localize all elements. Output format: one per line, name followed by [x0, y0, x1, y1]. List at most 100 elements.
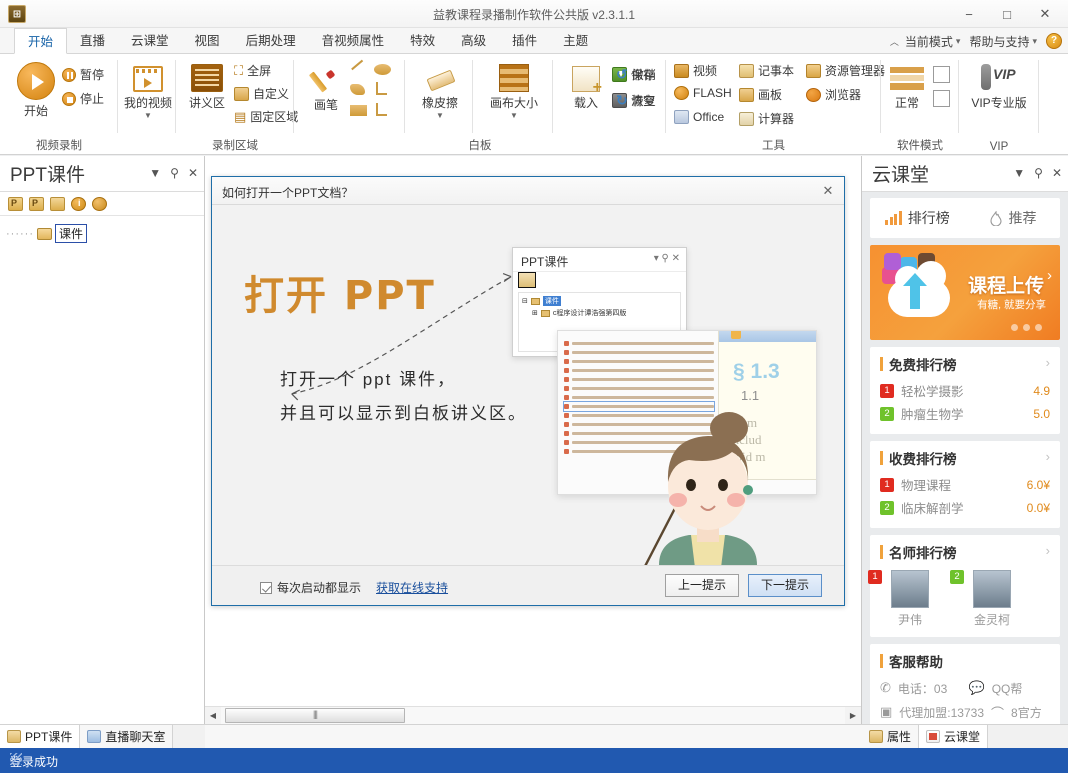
chevron-right-icon[interactable]: › — [1046, 543, 1050, 558]
help-support-menu[interactable]: 帮助与支持 ▾ — [966, 33, 1040, 50]
scroll-track[interactable] — [221, 707, 845, 724]
panel-close-icon[interactable]: ✕ — [188, 166, 198, 180]
tab-ranking[interactable]: 排行榜 — [870, 198, 965, 238]
tool-video-button[interactable]: 视频 — [674, 62, 717, 79]
scroll-right-arrow-icon[interactable]: ▶ — [845, 707, 861, 724]
tab-gaoji[interactable]: 高级 — [448, 28, 499, 54]
tab-zhuti[interactable]: 主题 — [550, 28, 601, 54]
course-upload-banner[interactable]: › 课程上传 有糖, 就要分享 — [870, 245, 1060, 340]
tool-browser-button[interactable]: 浏览器 — [806, 86, 861, 103]
custom-area-button[interactable]: 自定义 — [234, 85, 289, 102]
checkbox-icon[interactable] — [260, 581, 272, 594]
remove-ppt-icon[interactable] — [29, 196, 44, 211]
tab-kaishi[interactable]: 开始 — [14, 28, 68, 54]
online-support-link[interactable]: 获取在线支持 — [376, 579, 448, 596]
tool-explorer-button[interactable]: 资源管理器 — [806, 62, 885, 79]
start-record-button[interactable]: 开始 — [8, 62, 64, 119]
fixed-area-button[interactable]: ▤ 固定区域 — [234, 108, 298, 125]
panel-pin-icon[interactable]: ⚲ — [170, 166, 179, 180]
expand-mode-icon[interactable] — [933, 66, 950, 83]
shape-palette[interactable] — [348, 59, 402, 124]
maximize-button[interactable]: □ — [988, 1, 1026, 27]
angle-shape-icon[interactable] — [376, 82, 387, 95]
pause-button[interactable]: 暂停 — [62, 66, 104, 83]
bottom-tab-cloud[interactable]: 云课堂 — [919, 725, 989, 748]
chevron-down-icon[interactable]: ▼ — [480, 111, 548, 120]
stop-button[interactable]: 停止 — [62, 90, 104, 107]
eraser-button[interactable]: 橡皮擦 ▼ — [412, 66, 468, 120]
tab-houqichuli[interactable]: 后期处理 — [233, 28, 309, 54]
disable-icon[interactable] — [92, 196, 107, 211]
dot[interactable] — [1035, 324, 1042, 331]
tab-shitu[interactable]: 视图 — [182, 28, 233, 54]
tree-row-root[interactable]: ······ 课件 — [6, 224, 198, 243]
panel-pin-icon[interactable]: ⚲ — [1034, 166, 1043, 180]
panel-close-icon[interactable]: ✕ — [1052, 166, 1062, 180]
info-icon[interactable] — [71, 196, 86, 211]
normal-mode-button[interactable]: 正常 — [885, 66, 929, 111]
tab-yunketang[interactable]: 云课堂 — [118, 28, 182, 54]
show-on-startup-checkbox[interactable]: 每次启动都显示 获取在线支持 — [260, 579, 448, 596]
list-item[interactable]: 2 临床解剖学 0.0¥ — [880, 496, 1050, 519]
dot[interactable] — [1023, 324, 1030, 331]
tab-recommend[interactable]: 推荐 — [965, 198, 1060, 238]
horizontal-scrollbar[interactable]: ◀ ▶ — [205, 706, 861, 724]
bottom-tab-chatroom[interactable]: 直播聊天室 — [80, 725, 174, 748]
resize-grip-icon[interactable] — [10, 753, 22, 765]
tool-flash-button[interactable]: FLASH — [674, 86, 732, 100]
load-button[interactable]: 载入 — [560, 66, 612, 111]
rect-shape-icon[interactable] — [350, 105, 367, 116]
tool-calculator-button[interactable]: 计算器 — [739, 110, 794, 127]
chevron-down-icon[interactable]: ▼ — [123, 111, 173, 120]
list-item[interactable]: 1 物理课程 6.0¥ — [880, 473, 1050, 496]
tool-notepad-button[interactable]: 记事本 — [739, 62, 794, 79]
dot[interactable] — [1011, 324, 1018, 331]
chevron-right-icon[interactable]: › — [1046, 355, 1050, 370]
scroll-left-arrow-icon[interactable]: ◀ — [205, 707, 221, 724]
tool-office-button[interactable]: Office — [674, 110, 724, 124]
agent-item[interactable]: ▣ 代理加盟:13733 ⌒ 8官方 — [880, 703, 1050, 722]
tab-zhibo[interactable]: 直播 — [67, 28, 118, 54]
polygon-shape-icon[interactable] — [350, 84, 365, 95]
my-video-button[interactable]: 我的视频 ▼ — [123, 66, 173, 120]
minimize-button[interactable]: − — [950, 1, 988, 27]
chevron-down-icon[interactable]: ▼ — [412, 111, 468, 120]
scroll-thumb[interactable] — [225, 708, 405, 723]
angle2-shape-icon[interactable] — [376, 103, 387, 116]
list-item[interactable]: 1 轻松学摄影 4.9 — [880, 379, 1050, 402]
lecture-area-button[interactable]: 讲义区 — [180, 64, 234, 111]
current-mode-menu[interactable]: 当前模式 ▾ — [902, 33, 964, 50]
add-folder-icon[interactable] — [50, 196, 65, 211]
panel-menu-icon[interactable]: ▼ — [149, 166, 161, 180]
redo-button[interactable]: ↻ 恢复 — [616, 92, 656, 109]
close-button[interactable]: ✕ — [1026, 1, 1064, 27]
tree-node-label[interactable]: 课件 — [54, 224, 87, 243]
prev-tip-button[interactable]: 上一提示 — [664, 574, 739, 597]
tool-board-button[interactable]: 画板 — [739, 86, 782, 103]
undo-button[interactable]: ↺ 撤销 — [616, 66, 656, 83]
next-tip-button[interactable]: 下一提示 — [747, 574, 822, 597]
tab-chajian[interactable]: 插件 — [499, 28, 550, 54]
ellipse-shape-icon[interactable] — [374, 64, 391, 75]
tab-texiao[interactable]: 特效 — [397, 28, 448, 54]
line-shape-icon[interactable] — [351, 59, 363, 70]
chevron-right-icon[interactable]: › — [1046, 449, 1050, 464]
bottom-tab-ppt[interactable]: PPT课件 — [0, 725, 81, 748]
panel-menu-icon[interactable]: ▼ — [1013, 166, 1025, 180]
add-ppt-icon[interactable] — [8, 196, 23, 211]
banner-pagination[interactable] — [1011, 324, 1042, 331]
canvas-size-button[interactable]: 画布大小 ▼ — [480, 64, 548, 120]
collapse-ribbon-icon[interactable]: ︿ — [890, 35, 899, 48]
help-icon[interactable]: ? — [1046, 33, 1062, 49]
list-item[interactable]: 2 肿瘤生物学 5.0 — [880, 402, 1050, 425]
phone-item[interactable]: ✆ 电话：03 — [880, 680, 962, 697]
fullscreen-button[interactable]: ⛶ 全屏 — [234, 62, 271, 79]
teacher-card[interactable]: 1 尹伟 — [868, 570, 940, 628]
popout-mode-icon[interactable] — [933, 90, 950, 107]
qq-item[interactable]: 💬 QQ帮 — [969, 680, 1051, 697]
whiteboard-canvas[interactable]: 如何打开一个PPT文档？ ✕ 打开 PPT 打开一个 ppt 课件， 并且可以显… — [205, 156, 861, 706]
pen-button[interactable]: 画笔 — [304, 68, 348, 113]
bottom-tab-properties[interactable]: 属性 — [862, 725, 920, 748]
teacher-card[interactable]: 2 金灵柯 — [950, 570, 1022, 628]
vip-pro-button[interactable]: VIP VIP专业版 — [963, 64, 1035, 111]
